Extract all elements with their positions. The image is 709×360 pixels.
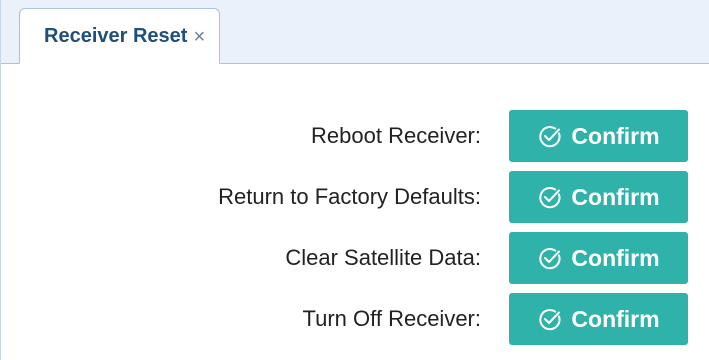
confirm-label: Confirm — [571, 305, 660, 332]
check-circle-icon — [537, 123, 563, 149]
turn-off-receiver-confirm-button[interactable]: Confirm — [509, 293, 688, 345]
factory-defaults-confirm-button[interactable]: Confirm — [509, 171, 688, 223]
reboot-receiver-label: Reboot Receiver: — [311, 123, 481, 148]
turn-off-receiver-row: Turn Off Receiver: Confirm — [1, 293, 709, 345]
receiver-reset-page: Receiver Reset × Reboot Receiver: Confir… — [0, 0, 709, 360]
tab-title: Receiver Reset — [44, 24, 188, 47]
confirm-label: Confirm — [571, 244, 660, 271]
clear-satellite-data-row: Clear Satellite Data: Confirm — [1, 232, 709, 284]
factory-defaults-label: Return to Factory Defaults: — [218, 184, 481, 209]
tab-bar: Receiver Reset × — [1, 0, 709, 64]
close-icon[interactable]: × — [193, 27, 205, 47]
turn-off-receiver-label: Turn Off Receiver: — [302, 306, 481, 331]
factory-defaults-row: Return to Factory Defaults: Confirm — [1, 171, 709, 223]
tab-receiver-reset[interactable]: Receiver Reset × — [19, 8, 221, 64]
confirm-label: Confirm — [571, 122, 660, 149]
check-circle-icon — [537, 245, 563, 271]
confirm-label: Confirm — [571, 183, 660, 210]
check-circle-icon — [537, 306, 563, 332]
clear-satellite-data-confirm-button[interactable]: Confirm — [509, 232, 688, 284]
reboot-receiver-row: Reboot Receiver: Confirm — [1, 110, 709, 162]
clear-satellite-data-label: Clear Satellite Data: — [285, 245, 481, 270]
check-circle-icon — [537, 184, 563, 210]
reboot-receiver-confirm-button[interactable]: Confirm — [509, 110, 688, 162]
